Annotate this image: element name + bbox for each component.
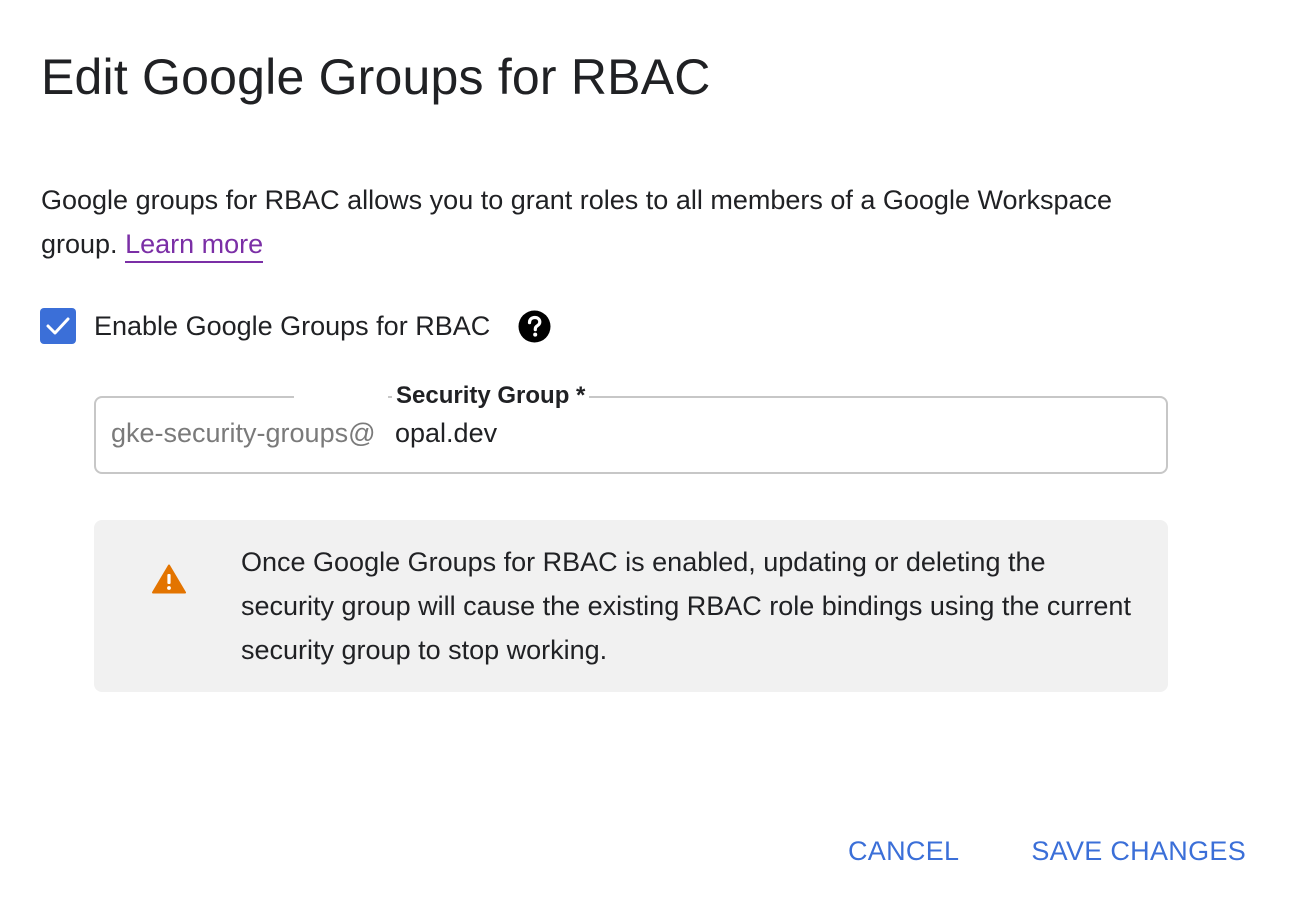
warning-banner: Once Google Groups for RBAC is enabled, … (94, 520, 1168, 692)
help-circle-icon[interactable] (518, 310, 551, 343)
warning-text: Once Google Groups for RBAC is enabled, … (241, 547, 1131, 665)
dialog-description: Google groups for RBAC allows you to gra… (41, 178, 1191, 266)
enable-groups-row: Enable Google Groups for RBAC (40, 308, 551, 344)
enable-groups-checkbox[interactable] (40, 308, 76, 344)
security-group-input[interactable] (395, 418, 1135, 449)
save-changes-button[interactable]: SAVE CHANGES (1031, 836, 1246, 867)
check-icon (46, 317, 70, 335)
warning-icon (152, 564, 186, 594)
dialog-title: Edit Google Groups for RBAC (41, 49, 711, 105)
security-group-prefix: gke-security-groups@ (111, 418, 376, 448)
learn-more-link[interactable]: Learn more (125, 229, 264, 263)
dialog-actions: CANCEL SAVE CHANGES (848, 836, 1246, 867)
edit-google-groups-dialog: Edit Google Groups for RBAC Google group… (0, 0, 1298, 922)
field-label-notch (294, 396, 388, 398)
enable-groups-label[interactable]: Enable Google Groups for RBAC (94, 311, 490, 342)
cancel-button[interactable]: CANCEL (848, 836, 959, 867)
security-group-label: Security Group * (392, 382, 590, 410)
